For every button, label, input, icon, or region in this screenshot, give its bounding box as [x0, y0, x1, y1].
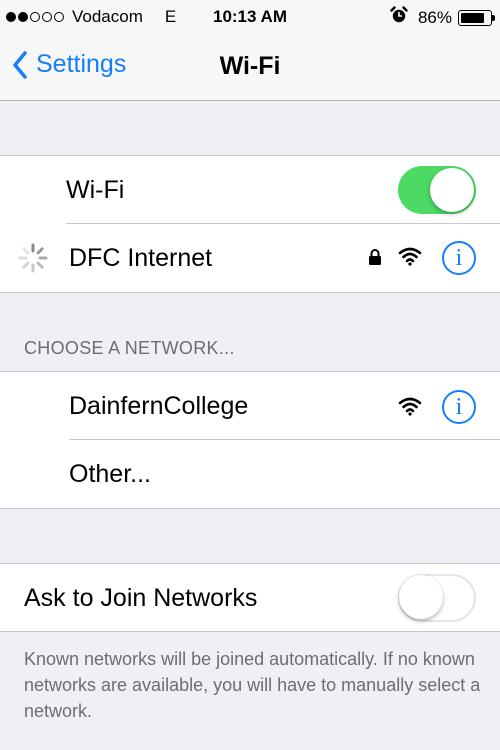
ask-to-join-label: Ask to Join Networks [24, 584, 258, 612]
ask-to-join-toggle[interactable] [398, 574, 476, 622]
ask-to-join-row: Ask to Join Networks [0, 564, 500, 632]
page-title: Wi-Fi [219, 52, 281, 80]
navigation-bar: Settings Wi-Fi [0, 34, 500, 101]
lock-icon [368, 248, 382, 271]
battery-icon [458, 9, 495, 26]
status-bar: Vodacom E 10:13 AM 86% [0, 0, 500, 34]
wifi-group: Wi-Fi DFC Internet i [0, 155, 500, 293]
ask-to-join-footer: Known networks will be joined automatica… [24, 649, 481, 721]
connected-network-name: DFC Internet [69, 244, 213, 272]
wifi-label: Wi-Fi [66, 176, 125, 204]
info-button[interactable]: i [442, 390, 476, 424]
info-button[interactable]: i [442, 241, 476, 275]
wifi-signal-icon [398, 246, 422, 271]
alarm-clock-icon [390, 6, 408, 29]
network-name: DainfernCollege [69, 392, 249, 420]
status-right: 86% [390, 6, 495, 29]
loading-spinner-icon [17, 242, 49, 279]
list-item[interactable]: DainfernCollege i [0, 372, 500, 440]
battery-percent: 86% [417, 7, 452, 27]
section-header-choose-network: CHOOSE A NETWORK... [24, 338, 235, 358]
connected-network-row[interactable]: DFC Internet i [0, 224, 500, 292]
ask-to-join-group: Ask to Join Networks [0, 563, 500, 632]
other-network-label: Other... [69, 460, 151, 488]
networks-group: DainfernCollege i Other... [0, 371, 500, 509]
wifi-toggle[interactable] [398, 166, 476, 214]
other-network-row[interactable]: Other... [0, 440, 500, 508]
wifi-signal-icon [398, 396, 422, 421]
battery-level [461, 12, 485, 23]
wifi-toggle-row: Wi-Fi [0, 156, 500, 224]
